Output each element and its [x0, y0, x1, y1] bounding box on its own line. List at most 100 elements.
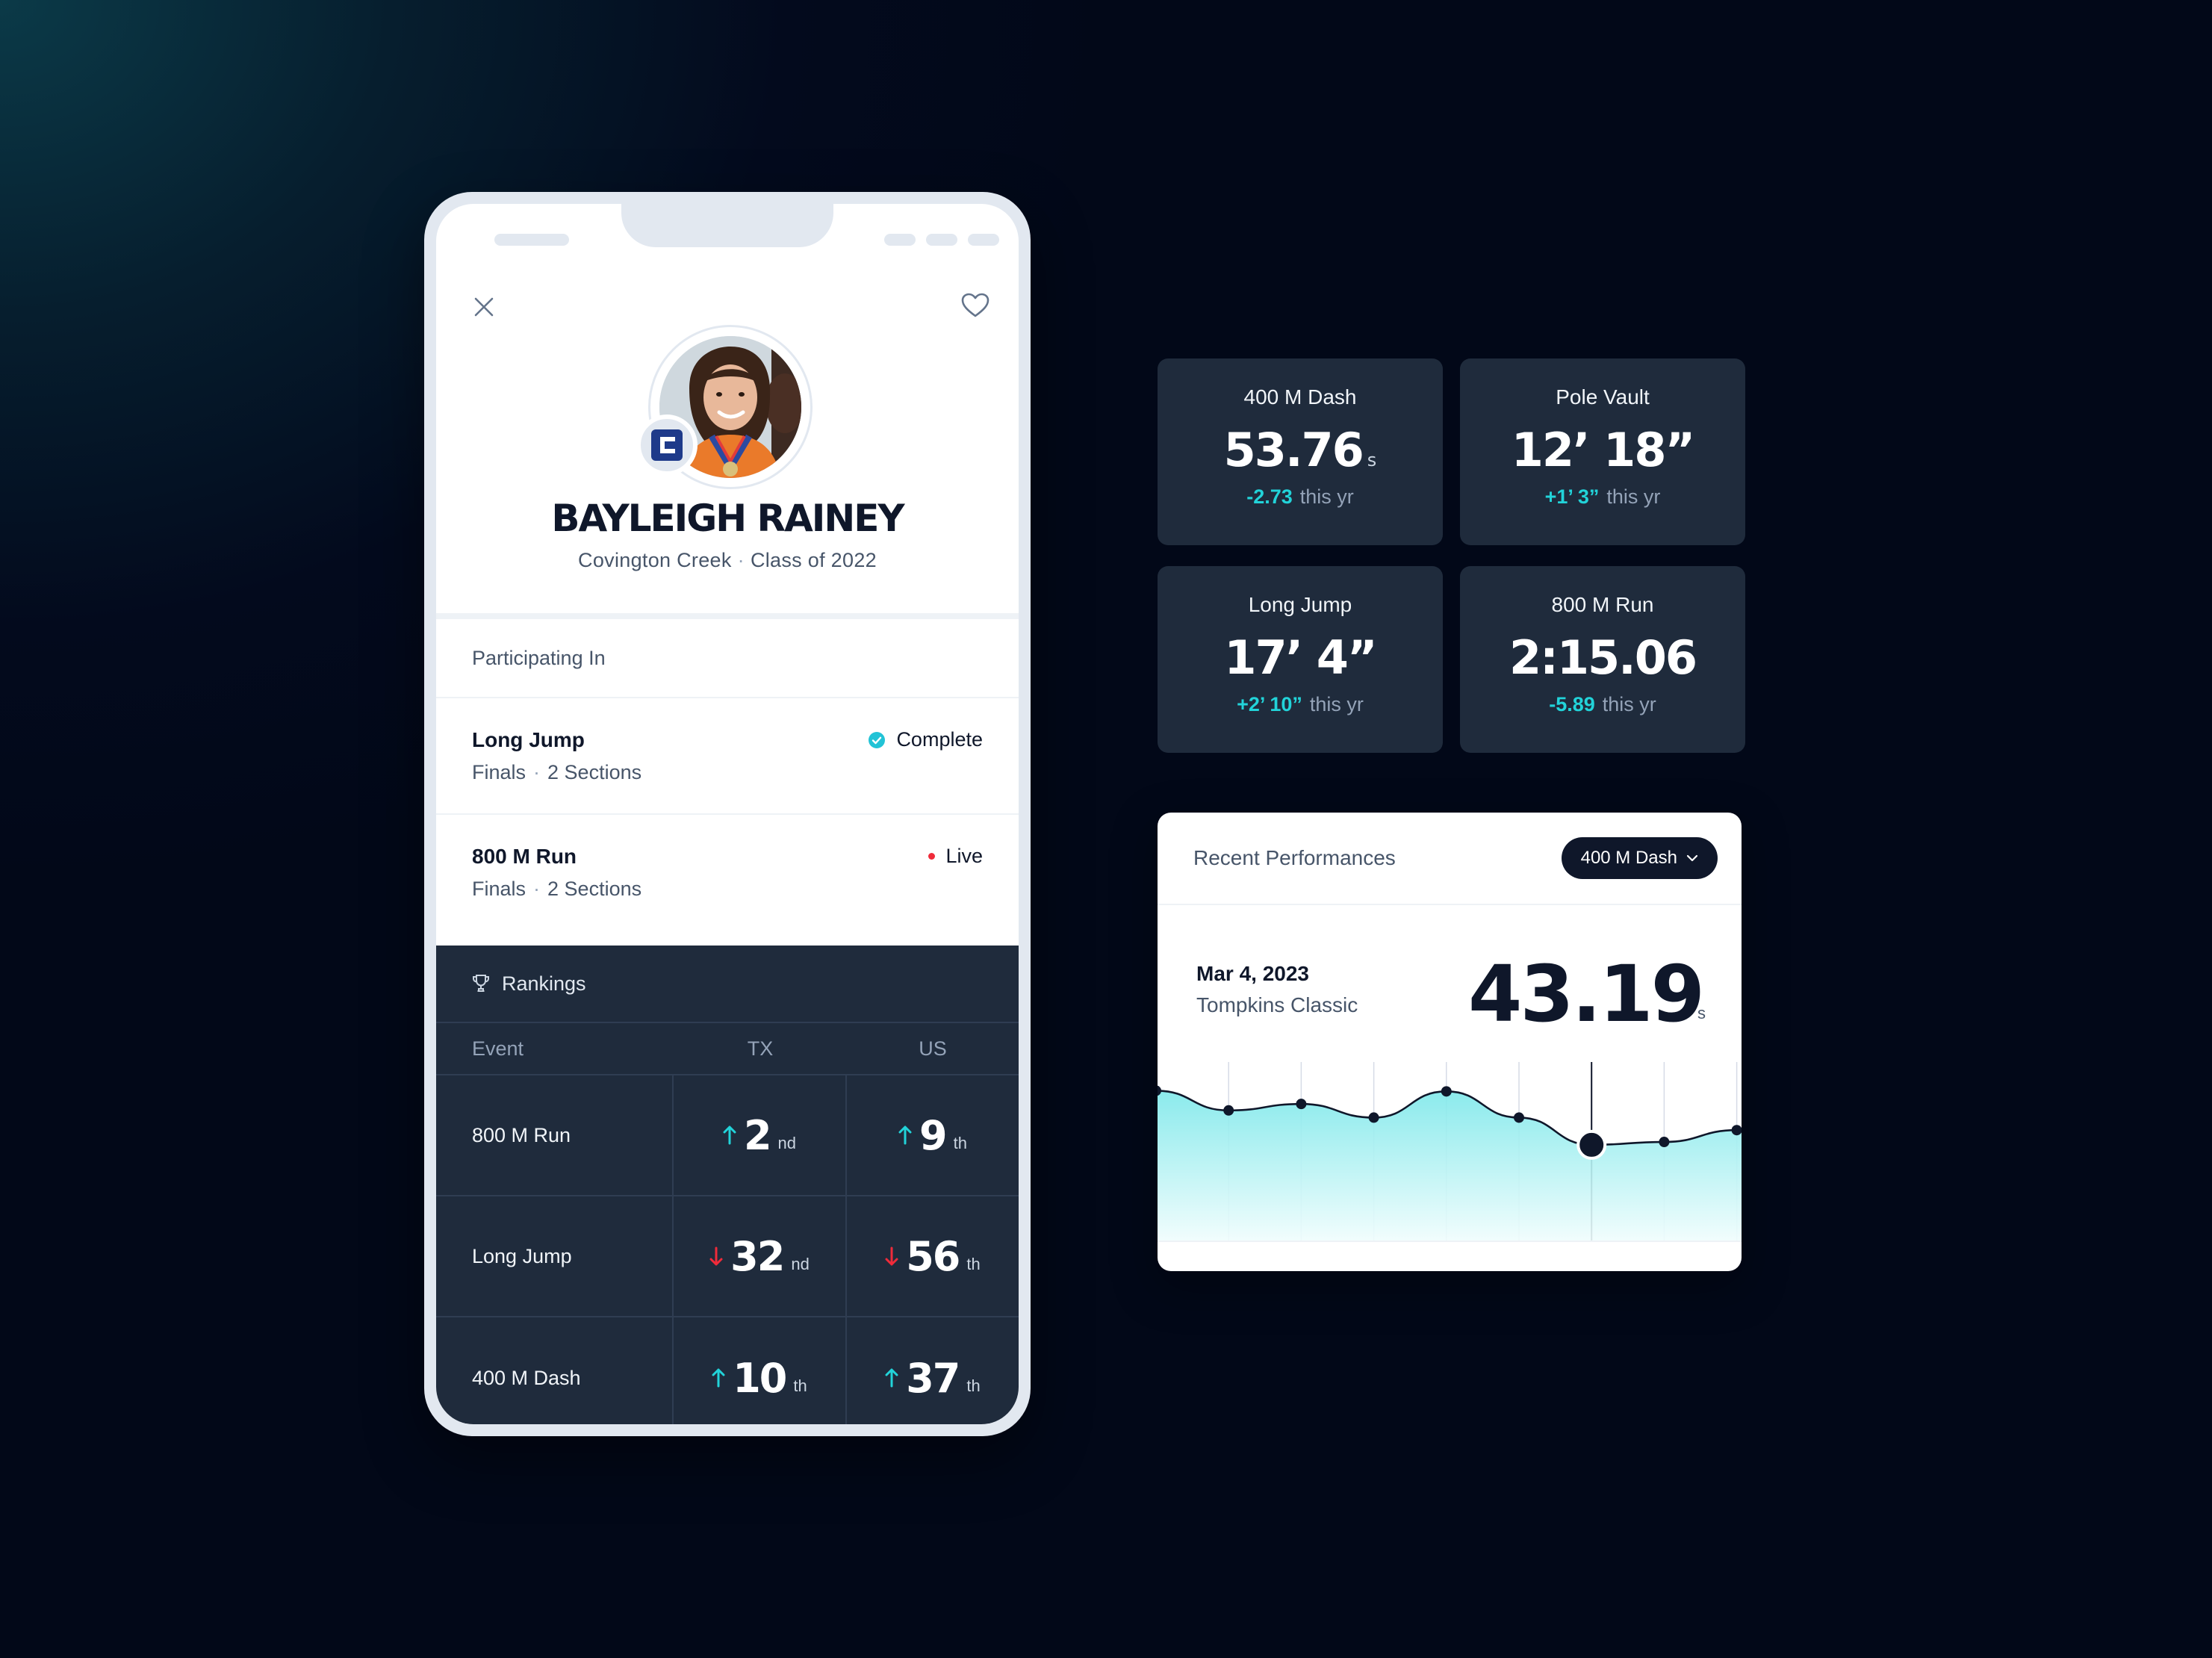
event-status: Complete	[868, 728, 983, 751]
participating-event-row[interactable]: 800 M Run Finals · 2 Sections Live	[436, 815, 1019, 931]
status-bar-battery-placeholder	[968, 234, 999, 246]
stat-card[interactable]: 800 M Run 2:15.06 -5.89 this yr	[1460, 566, 1745, 753]
chart-area-fill	[1158, 1090, 1742, 1241]
ranking-event-name: 400 M Dash	[436, 1317, 674, 1424]
ranking-tx-cell: 2 nd	[674, 1075, 847, 1195]
stat-event-label: 800 M Run	[1551, 593, 1654, 616]
ranking-us-suffix: th	[966, 1255, 981, 1273]
stat-delta-value: -2.73	[1246, 485, 1293, 508]
stat-value: 12’ 18”	[1460, 423, 1745, 477]
close-icon	[474, 297, 494, 317]
recent-performances-card: Recent Performances 400 M Dash Mar 4, 20…	[1158, 813, 1742, 1271]
rankings-row[interactable]: 800 M Run 2 nd 9 th	[436, 1075, 1019, 1196]
stat-value-number: 12’ 18”	[1511, 423, 1695, 477]
ranking-us-cell: 56 th	[847, 1196, 1019, 1316]
status-bar-time-placeholder	[494, 234, 569, 246]
ranking-us-suffix: th	[953, 1134, 967, 1152]
chart-point	[1659, 1137, 1670, 1148]
athlete-class-year: Class of 2022	[750, 549, 877, 571]
check-circle-icon	[869, 731, 886, 748]
event-round: Finals	[472, 878, 526, 900]
ranking-event-name: 800 M Run	[436, 1075, 674, 1195]
performance-title: Recent Performances	[1193, 846, 1396, 869]
stat-value: 17’ 4”	[1158, 630, 1443, 685]
stat-delta: -2.73 this yr	[1158, 485, 1443, 509]
stat-delta-suffix: this yr	[1309, 693, 1364, 715]
event-meta: Finals · 2 Sections	[472, 878, 641, 901]
performance-area-chart[interactable]	[1158, 1062, 1742, 1271]
ranking-tx-suffix: nd	[791, 1255, 810, 1273]
ranking-tx-rank: 2	[743, 1111, 772, 1159]
phone-frame: BAYLEIGH RAINEY Covington Creek · Class of…	[424, 192, 1031, 1436]
athlete-profile-screen: BAYLEIGH RAINEY Covington Creek · Class of…	[436, 204, 1019, 1424]
school-logo-badge	[636, 414, 698, 476]
column-header-event: Event	[472, 1037, 524, 1060]
arrow-down-icon	[885, 1246, 898, 1266]
ranking-event-name: Long Jump	[436, 1196, 674, 1316]
rankings-row[interactable]: Long Jump 32 nd 56 th	[436, 1196, 1019, 1317]
rankings-row[interactable]: 400 M Dash 10 th 37 th	[436, 1317, 1019, 1424]
stat-delta: +1’ 3” this yr	[1460, 485, 1745, 509]
stat-delta-suffix: this yr	[1606, 485, 1661, 508]
stat-value-number: 2:15.06	[1509, 630, 1697, 685]
ranking-tx-rank: 32	[730, 1232, 785, 1280]
rankings-rows: 800 M Run 2nd 9th Long Jump 32nd 56th 400 M Da…	[436, 1075, 1019, 1424]
stat-delta-suffix: this yr	[1299, 485, 1354, 508]
event-status-label: Complete	[896, 728, 983, 751]
separator-dot: ·	[533, 878, 541, 900]
stat-delta-value: -5.89	[1549, 693, 1595, 715]
chart-point	[1441, 1086, 1452, 1097]
event-status: Live	[928, 845, 983, 868]
participating-heading: Participating In	[436, 619, 1019, 698]
school-logo-icon	[651, 429, 683, 461]
athlete-school-line: Covington Creek · Class of 2022	[436, 549, 1019, 572]
event-status-label: Live	[945, 845, 983, 867]
chart-point	[1368, 1112, 1379, 1123]
stat-unit: s	[1367, 450, 1377, 471]
ranking-tx-cell: 10 th	[674, 1317, 847, 1424]
event-round: Finals	[472, 761, 526, 783]
participating-event-row[interactable]: Long Jump Finals · 2 Sections Complete	[436, 698, 1019, 815]
stat-card[interactable]: Long Jump 17’ 4” +2’ 10” this yr	[1158, 566, 1443, 753]
column-header-tx: TX	[747, 1037, 774, 1060]
stat-card[interactable]: 400 M Dash 53.76 s -2.73 this yr	[1158, 358, 1443, 545]
ranking-us-suffix: th	[966, 1376, 981, 1395]
event-name: Long Jump	[472, 728, 585, 751]
chevron-down-icon	[1686, 854, 1698, 862]
arrow-up-icon	[898, 1125, 912, 1145]
heart-icon	[961, 293, 990, 317]
stat-delta-suffix: this yr	[1602, 693, 1656, 715]
stat-value-number: 17’ 4”	[1224, 630, 1377, 685]
ranking-tx-suffix: th	[793, 1376, 807, 1395]
stat-value: 53.76 s	[1158, 423, 1443, 477]
favorite-button[interactable]	[957, 288, 993, 323]
selected-event-label: 400 M Dash	[1580, 848, 1677, 868]
close-button[interactable]	[466, 289, 502, 325]
event-meta: Finals · 2 Sections	[472, 761, 641, 784]
column-header-us: US	[919, 1037, 947, 1060]
stat-value-number: 53.76	[1223, 423, 1364, 477]
ranking-us-cell: 37 th	[847, 1317, 1019, 1424]
event-select-dropdown[interactable]: 400 M Dash	[1561, 837, 1718, 879]
stat-delta: +2’ 10” this yr	[1158, 693, 1443, 716]
stat-delta: -5.89 this yr	[1460, 693, 1745, 716]
performance-unit: s	[1697, 1004, 1706, 1022]
rankings-title: Rankings	[502, 972, 586, 995]
event-sections: 2 Sections	[547, 761, 642, 783]
arrow-up-icon	[712, 1368, 725, 1388]
live-indicator-dot	[928, 853, 936, 860]
event-name: 800 M Run	[472, 845, 577, 868]
ranking-us-cell: 9 th	[847, 1075, 1019, 1195]
chart-point	[1296, 1099, 1307, 1110]
stat-event-label: Pole Vault	[1556, 385, 1650, 409]
athlete-name: BAYLEIGH RAINEY	[551, 497, 904, 540]
ranking-us-rank: 9	[919, 1111, 948, 1159]
rankings-panel: Rankings Event TX US 800 M Run 2nd 9th Long…	[436, 946, 1019, 1424]
chart-point	[1514, 1112, 1524, 1123]
separator-dot: ·	[533, 761, 541, 783]
chart-point	[1731, 1125, 1742, 1136]
phone-notch	[621, 204, 833, 247]
stat-card[interactable]: Pole Vault 12’ 18” +1’ 3” this yr	[1460, 358, 1745, 545]
arrow-up-icon	[723, 1125, 736, 1145]
ranking-tx-suffix: nd	[777, 1134, 797, 1152]
